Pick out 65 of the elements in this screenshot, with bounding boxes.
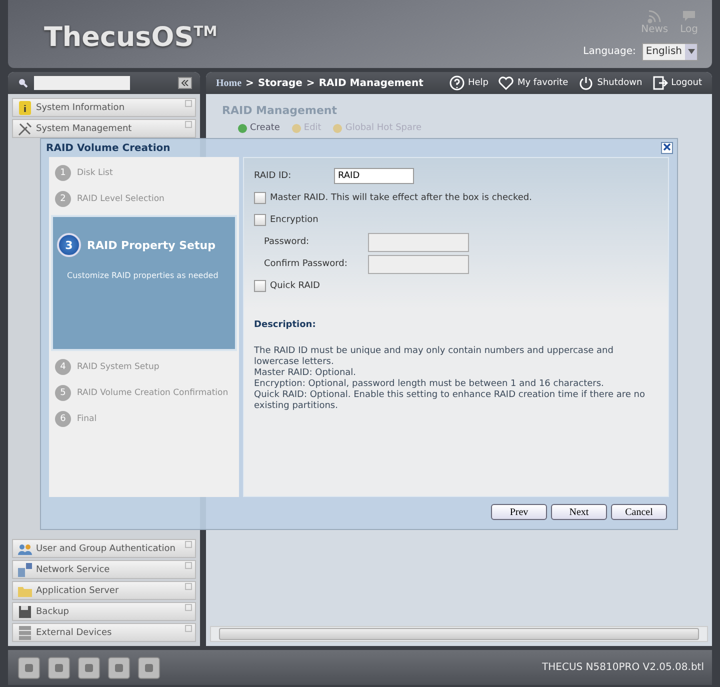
- toolbar-button[interactable]: Create: [238, 123, 280, 133]
- horizontal-scrollbar[interactable]: [210, 626, 708, 642]
- section-title: RAID Management: [222, 104, 338, 117]
- sidebar-item[interactable]: Backup: [12, 602, 196, 621]
- power-icon: [578, 75, 594, 91]
- field-label: Password:: [263, 237, 310, 247]
- dialog-title: RAID Volume Creation: [46, 142, 170, 154]
- breadcrumb-item[interactable]: Storage: [258, 78, 302, 88]
- description-heading: Description:: [254, 320, 317, 330]
- checkbox[interactable]: [254, 214, 266, 226]
- checkbox-label: Encryption: [270, 215, 318, 225]
- language-select[interactable]: English: [642, 42, 698, 60]
- sidebar-item[interactable]: System Management: [12, 119, 196, 138]
- header-action[interactable]: Logout: [652, 75, 702, 91]
- caret-icon: [688, 49, 694, 54]
- search-icon: [18, 78, 28, 88]
- collapse-button[interactable]: [178, 77, 192, 89]
- checkbox-label: Master RAID. This will take effect after the box is checked.: [270, 193, 532, 203]
- sidebar-item[interactable]: System Information: [12, 98, 196, 117]
- checkbox[interactable]: [254, 280, 266, 292]
- double-chevron-icon: [181, 80, 189, 86]
- server-icon: [17, 624, 33, 640]
- app-logo: ThecusOS$^{TM}$: [44, 22, 218, 52]
- checkbox-label: Quick RAID: [270, 281, 320, 291]
- wizard-step: 5 RAID Volume Creation Confirmation: [51, 383, 237, 403]
- description-text: Master RAID: Optional.: [254, 368, 358, 379]
- breadcrumb-separator: >: [306, 78, 315, 88]
- sidebar-item[interactable]: Application Server: [12, 581, 196, 600]
- header-action[interactable]: Shutdown: [578, 75, 642, 91]
- wizard-step: 1 Disk List: [51, 163, 237, 183]
- logout-icon: [652, 75, 668, 91]
- field-label: Confirm Password:: [263, 259, 348, 269]
- info-icon: [17, 100, 33, 116]
- wizard-step: 3 RAID Property Setup Customize RAID properties as needed: [51, 215, 237, 351]
- dialog-button[interactable]: Next: [551, 504, 607, 520]
- breadcrumb-item[interactable]: Home: [216, 78, 242, 88]
- description-text: Quick RAID: Optional. Enable this setting to enhance RAID creation time if there are no existing partitions.: [254, 390, 646, 412]
- dialog-button[interactable]: Prev: [491, 504, 547, 520]
- rss-icon: [646, 8, 663, 24]
- search-field[interactable]: [34, 76, 130, 90]
- sidebar-item[interactable]: External Devices: [12, 623, 196, 642]
- description-text: The RAID ID must be unique and may only contain numbers and uppercase and lowercase letters.: [254, 346, 614, 368]
- version-label: THECUS N5810PRO V2.05.08.btl: [542, 662, 704, 673]
- step-description: Customize RAID properties as needed: [66, 271, 218, 280]
- heart-icon: [498, 75, 514, 91]
- description-text: Encryption: Optional, password length must be between 1 and 16 characters.: [254, 379, 605, 390]
- checkbox[interactable]: [254, 192, 266, 204]
- language-label: Language:: [583, 46, 636, 57]
- header-action[interactable]: My favorite: [498, 75, 568, 91]
- dialog-button[interactable]: Cancel: [611, 504, 667, 520]
- close-icon: [663, 143, 671, 151]
- field-label: RAID ID:: [254, 171, 292, 181]
- password-field[interactable]: [368, 232, 469, 252]
- wizard-step: 4 RAID System Setup: [51, 357, 237, 377]
- sidebar-item[interactable]: User and Group Authentication: [12, 539, 196, 558]
- header-action[interactable]: Help: [448, 75, 488, 91]
- breadcrumb-separator: >: [246, 78, 254, 88]
- raid-id-field[interactable]: RAID: [334, 168, 414, 184]
- sidebar-item[interactable]: Network Service: [12, 560, 196, 579]
- wizard-step: 2 RAID Level Selection: [51, 189, 237, 209]
- wizard-step: 6 Final: [51, 409, 237, 429]
- close-button[interactable]: [661, 142, 673, 154]
- password-field[interactable]: [368, 254, 469, 274]
- help-icon: [448, 75, 465, 91]
- breadcrumb-item: RAID Management: [318, 78, 424, 88]
